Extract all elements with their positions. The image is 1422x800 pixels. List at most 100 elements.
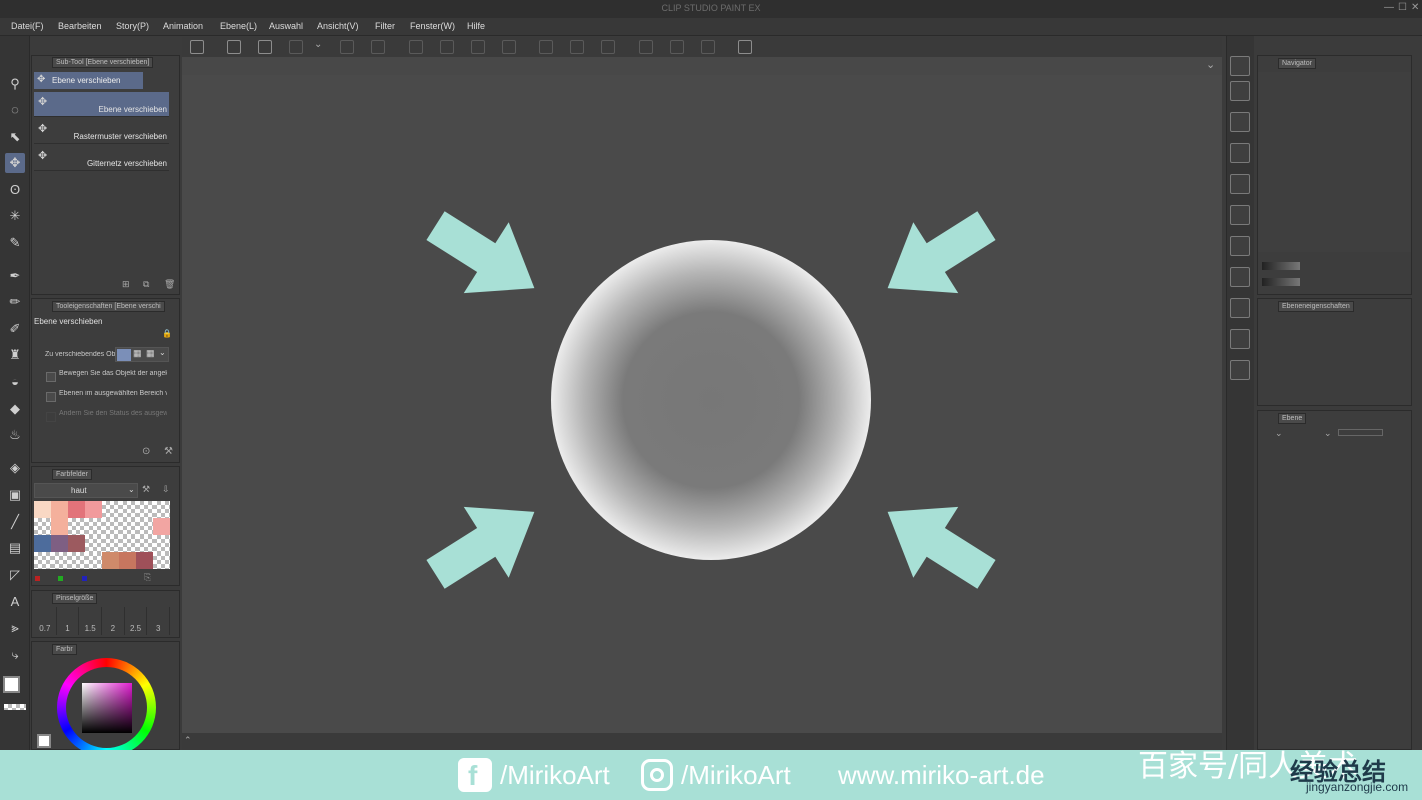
subtool-item[interactable]: ✥ Rastermuster verschieben: [34, 119, 169, 144]
color-swatch[interactable]: [85, 535, 102, 552]
color-swatch[interactable]: [68, 518, 85, 535]
brush-size-item[interactable]: 3: [147, 607, 171, 635]
material-icon[interactable]: [1230, 112, 1250, 132]
grid-snap-icon[interactable]: [701, 40, 715, 54]
brush-tool-icon[interactable]: ✐: [5, 319, 25, 339]
object-tool-icon[interactable]: ⬉: [5, 127, 25, 147]
opacity-slider[interactable]: [1338, 429, 1383, 436]
color-swatch[interactable]: [119, 552, 136, 569]
main-color-indicator[interactable]: [37, 734, 51, 748]
select-all-icon[interactable]: [601, 40, 615, 54]
checkbox[interactable]: [46, 372, 56, 382]
color-swatch[interactable]: [136, 535, 153, 552]
chevron-down-icon[interactable]: ⌄: [1206, 58, 1215, 71]
color-swatch[interactable]: [136, 518, 153, 535]
pattern-target-icon[interactable]: ▦: [133, 348, 142, 359]
color-swatch[interactable]: [51, 535, 68, 552]
rotate-tool-icon[interactable]: ◌: [5, 100, 25, 120]
blend-icon[interactable]: ♨: [5, 425, 25, 445]
import-icon[interactable]: ⇩: [162, 484, 170, 495]
zoom-tool-icon[interactable]: ⚲: [5, 74, 25, 94]
wrench-icon[interactable]: ⚒: [142, 484, 150, 495]
undo-icon[interactable]: [340, 40, 354, 54]
text-tool-icon[interactable]: A: [5, 592, 25, 612]
subtool-item[interactable]: ✥ Ebene verschieben: [34, 92, 169, 117]
hue-ring[interactable]: [57, 658, 156, 757]
chevron-down-icon[interactable]: ⌄: [159, 348, 166, 357]
reset-icon[interactable]: ⊙: [142, 446, 150, 457]
fill-selection-icon[interactable]: [440, 40, 454, 54]
navigator-preview[interactable]: [1258, 72, 1411, 252]
menu-animation[interactable]: Animation: [163, 21, 203, 31]
rotate-slider[interactable]: [1262, 278, 1300, 286]
brush-size-item[interactable]: 1.5: [79, 607, 103, 635]
wrench-icon[interactable]: ⚒: [164, 446, 173, 457]
color-swatch[interactable]: [102, 535, 119, 552]
menu-view[interactable]: Ansicht(V): [317, 21, 359, 31]
subtool-item[interactable]: ✥ Gitternetz verschieben: [34, 146, 169, 171]
material-delete-icon[interactable]: [1230, 360, 1250, 380]
crop-icon[interactable]: [502, 40, 516, 54]
color-swatch[interactable]: [68, 552, 85, 569]
new-file-icon[interactable]: [227, 40, 241, 54]
magic-wand-icon[interactable]: ✳: [5, 206, 25, 226]
menu-window[interactable]: Fenster(W): [410, 21, 455, 31]
minimize-icon[interactable]: —: [1384, 2, 1394, 13]
color-swatch[interactable]: [119, 535, 136, 552]
frame-tool-icon[interactable]: ▤: [5, 538, 25, 558]
lasso-tool-icon[interactable]: ʘ: [5, 180, 25, 200]
brush-size-item[interactable]: 2: [102, 607, 125, 635]
color-swatch[interactable]: [34, 535, 51, 552]
material-pattern-icon[interactable]: [1230, 267, 1250, 287]
chevron-down-icon[interactable]: ⌄: [1275, 428, 1283, 439]
subtool-group-tab[interactable]: ✥ Ebene verschieben: [34, 72, 143, 89]
correct-line-icon[interactable]: ⤷: [5, 645, 25, 665]
material-folder-icon[interactable]: [1230, 174, 1250, 194]
pencil-tool-icon[interactable]: ✏: [5, 292, 25, 312]
clear-icon[interactable]: [409, 40, 423, 54]
material-camera-icon[interactable]: [1230, 329, 1250, 349]
main-color-swatch[interactable]: [3, 676, 20, 693]
color-swatch[interactable]: [153, 501, 170, 518]
color-swatch[interactable]: [34, 501, 51, 518]
ruler-tool-icon[interactable]: ◸: [5, 565, 25, 585]
special-ruler-snap-icon[interactable]: [670, 40, 684, 54]
chevron-up-icon[interactable]: ⌃: [184, 735, 192, 746]
menu-layer[interactable]: Ebene(L): [220, 21, 257, 31]
color-swatch[interactable]: [68, 501, 85, 518]
material-brush-icon[interactable]: [1230, 298, 1250, 318]
color-swatch[interactable]: [51, 518, 68, 535]
menu-filter[interactable]: Filter: [375, 21, 395, 31]
brush-size-item[interactable]: 0.7: [34, 607, 57, 635]
color-swatch[interactable]: [153, 518, 170, 535]
color-swatch[interactable]: [34, 552, 51, 569]
maximize-icon[interactable]: ☐: [1398, 2, 1407, 13]
airbrush-icon[interactable]: ♜: [5, 345, 25, 365]
color-swatch[interactable]: [68, 535, 85, 552]
pen-tool-icon[interactable]: ✒: [5, 266, 25, 286]
transparent-color-swatch[interactable]: [4, 704, 26, 710]
delete-subtool-icon[interactable]: 🗑: [164, 279, 175, 290]
invert-selection-icon[interactable]: [570, 40, 584, 54]
target-selector[interactable]: ▦ ▦ ⌄: [115, 347, 169, 362]
color-swatch[interactable]: [102, 552, 119, 569]
add-subtool-icon[interactable]: ⊞: [122, 279, 130, 290]
menu-selection[interactable]: Auswahl: [269, 21, 303, 31]
grid-target-icon[interactable]: ▦: [146, 348, 155, 359]
hide-selection-icon[interactable]: [539, 40, 553, 54]
color-swatch[interactable]: [136, 552, 153, 569]
zoom-slider[interactable]: [1262, 262, 1300, 270]
checkbox[interactable]: [46, 392, 56, 402]
color-swatch[interactable]: [119, 501, 136, 518]
material-close-icon[interactable]: [1230, 143, 1250, 163]
eraser-icon[interactable]: ◆: [5, 399, 25, 419]
option-row[interactable]: Bewegen Sie das Objekt der angeklickte: [46, 369, 167, 387]
deselect-icon[interactable]: [471, 40, 485, 54]
chevron-down-icon[interactable]: ⌄: [1324, 428, 1332, 439]
eyedropper-icon[interactable]: ✎: [5, 233, 25, 253]
copy-subtool-icon[interactable]: ⧉: [143, 279, 149, 290]
color-swatch[interactable]: [85, 518, 102, 535]
brush-size-item[interactable]: 1: [57, 607, 80, 635]
canvas[interactable]: [182, 75, 1222, 733]
color-set-dropdown[interactable]: haut ⌄: [34, 483, 138, 498]
